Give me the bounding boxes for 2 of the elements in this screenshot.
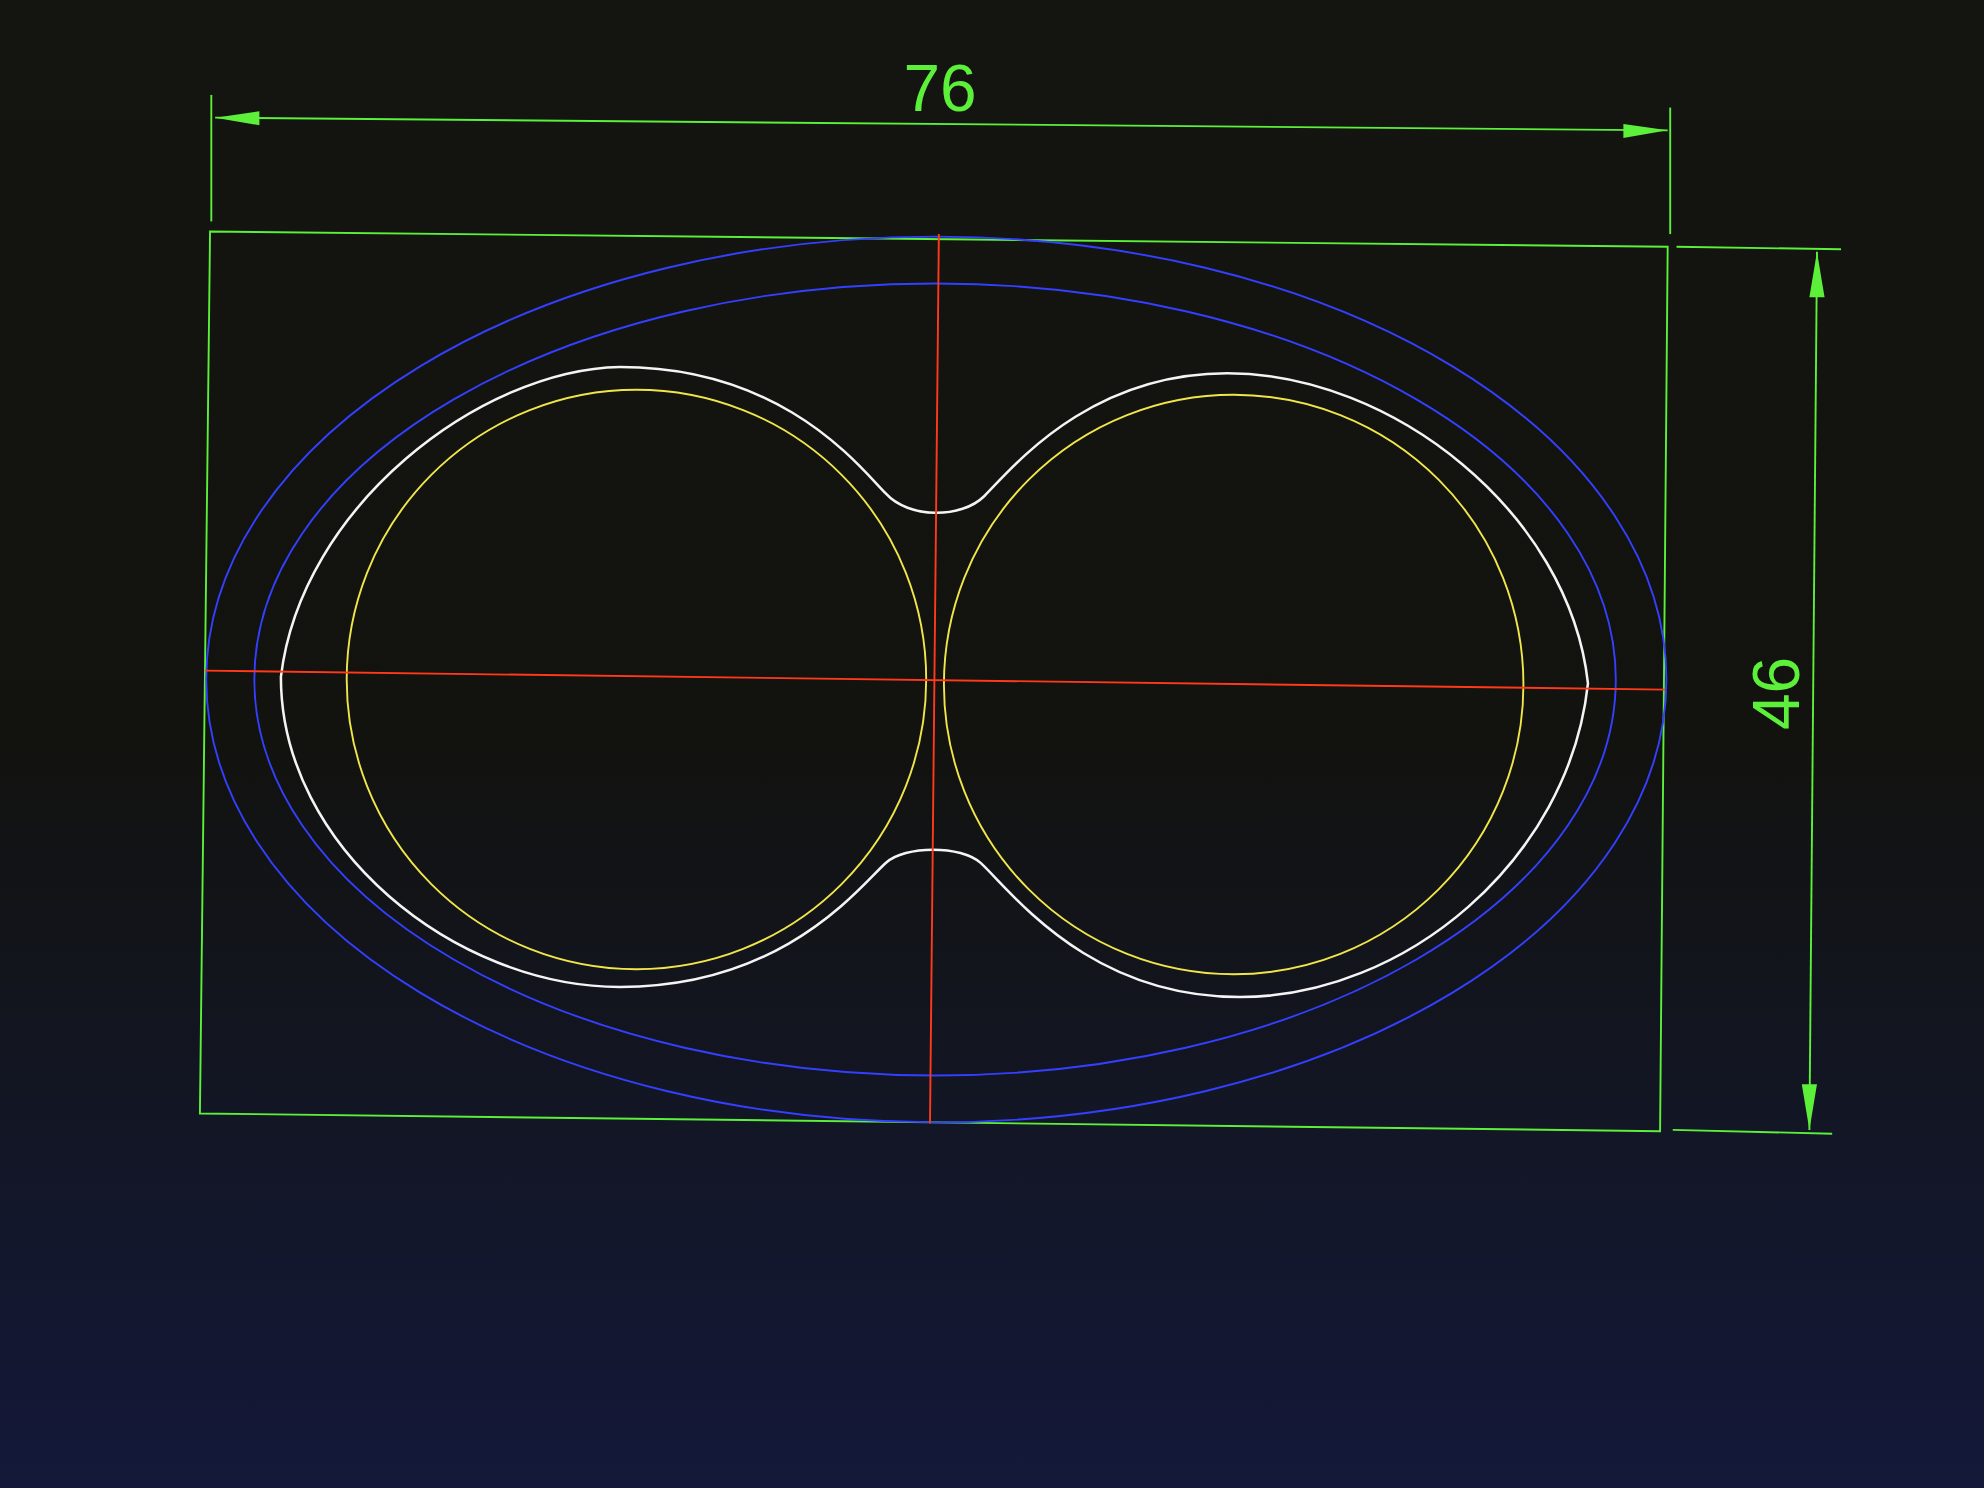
dimension-label: 46 [1739,656,1814,730]
dimension-label: 76 [903,51,977,126]
